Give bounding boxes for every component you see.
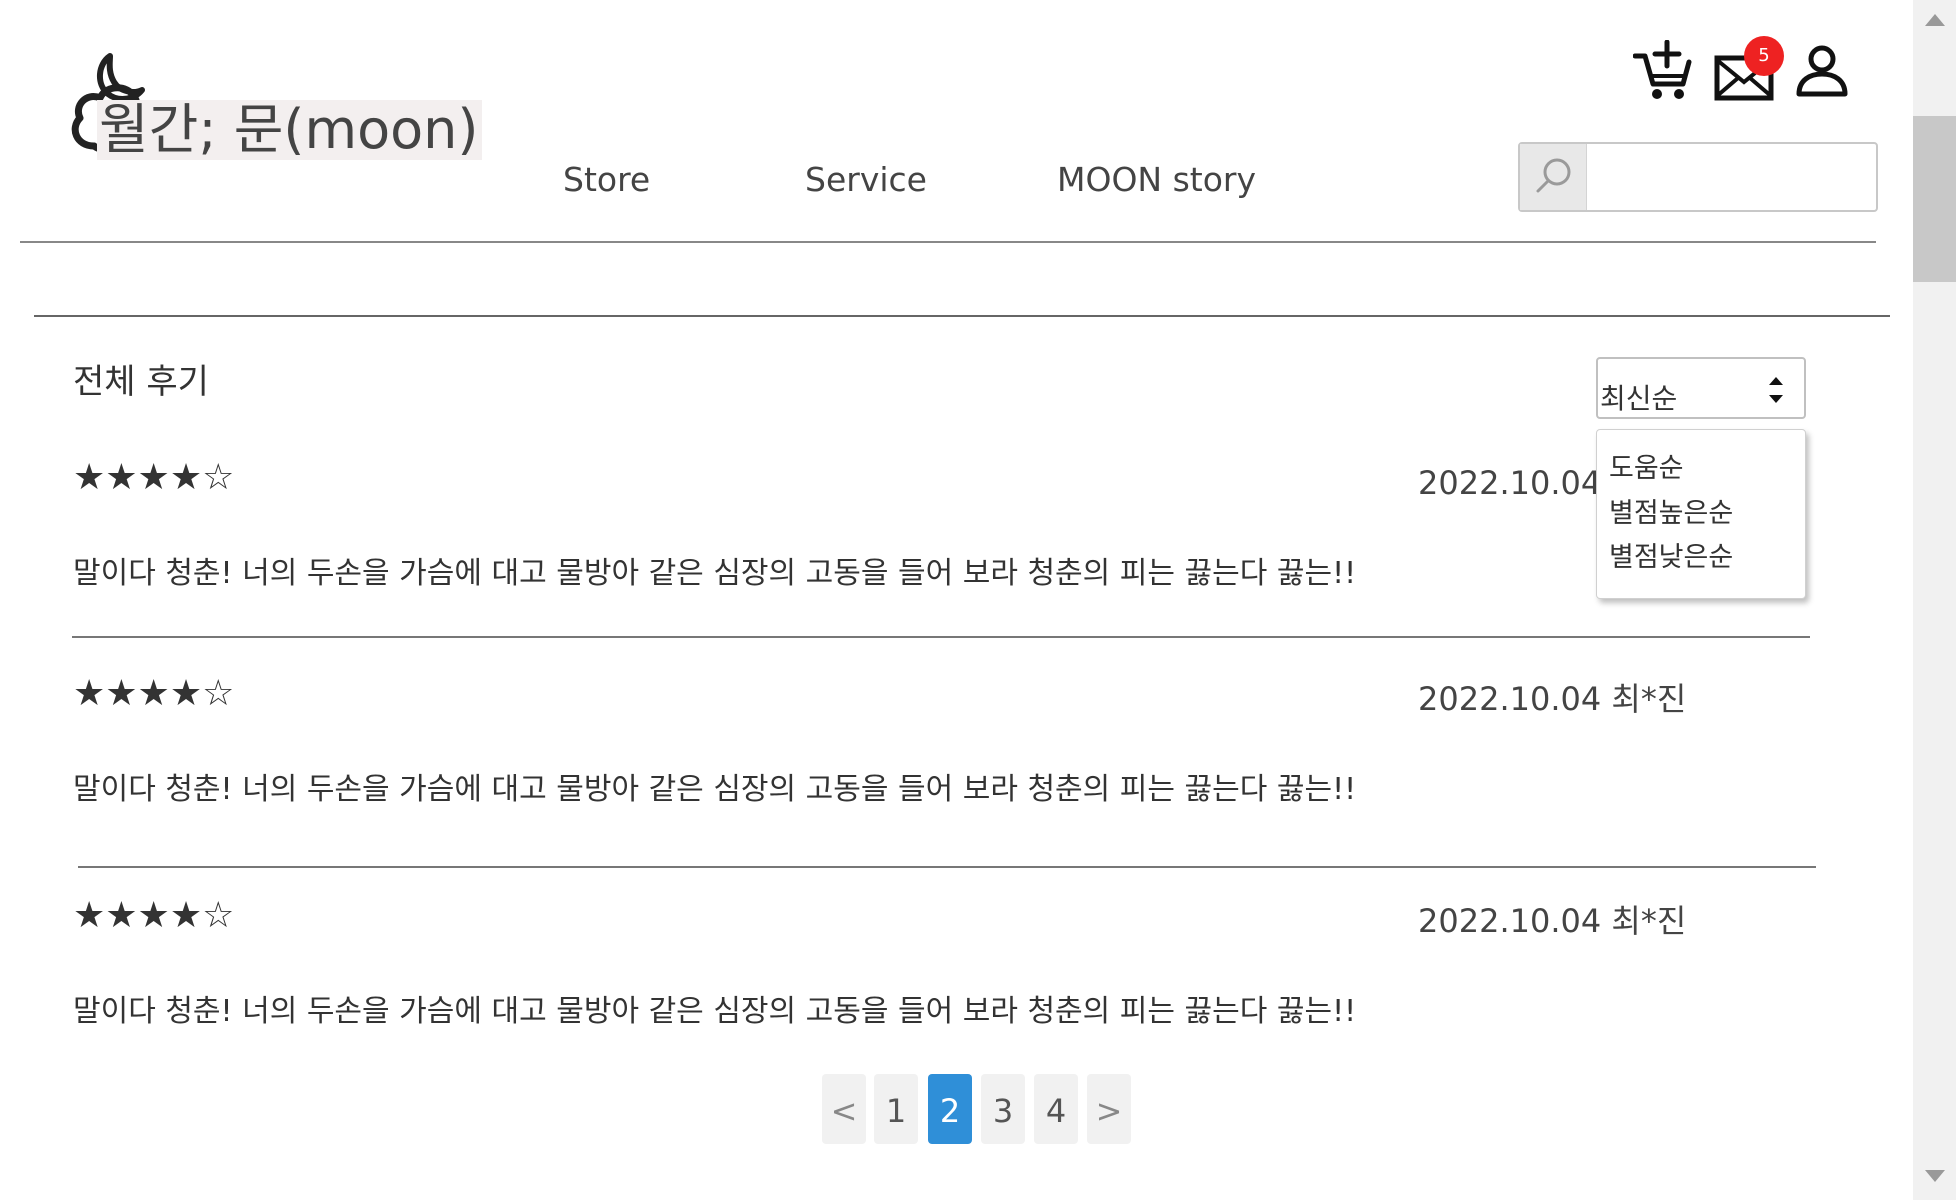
sort-option-rating-low[interactable]: 별점낮은순 [1609,535,1733,574]
nav-store[interactable]: Store [563,160,650,199]
review-date-author: 2022.10.04 최*진 [1418,680,1687,718]
review-rating-stars: ★★★★☆ [73,673,235,714]
scrollbar-thumb[interactable] [1913,116,1956,282]
header-divider [20,241,1876,243]
sort-dropdown-menu: 도움순 별점높은순 별점낮은순 [1596,429,1806,599]
sort-arrows-icon [1769,377,1783,403]
search-input[interactable] [1590,144,1870,210]
review-text: 말이다 청춘! 너의 두손을 가슴에 대고 물방아 같은 심장의 고동을 들어 … [73,556,1357,591]
review-divider [78,866,1816,868]
search-button[interactable] [1520,144,1587,210]
page-prev-button[interactable]: < [822,1074,866,1144]
section-divider [34,315,1890,317]
sort-option-helpful[interactable]: 도움순 [1609,446,1684,485]
logo[interactable]: 월간; 문(moon) [50,48,483,168]
sort-selected-value: 최신순 [1600,382,1678,415]
sort-option-rating-high[interactable]: 별점높은순 [1609,491,1733,530]
review-date-author: 2022.10.04 최*진 [1418,902,1687,940]
review-rating-stars: ★★★★☆ [73,895,235,936]
page-button-4[interactable]: 4 [1034,1074,1078,1144]
search-icon [1536,158,1571,193]
review-rating-stars: ★★★★☆ [73,457,235,498]
scroll-down-arrow-icon[interactable] [1925,1170,1945,1182]
review-text: 말이다 청춘! 너의 두손을 가슴에 대고 물방아 같은 심장의 고동을 들어 … [73,994,1357,1029]
sort-select[interactable]: 최신순 [1596,357,1806,419]
mail-count-badge: 5 [1744,36,1784,76]
vertical-scrollbar[interactable] [1913,0,1956,1200]
logo-text: 월간; 문(moon) [97,100,483,160]
page-button-1[interactable]: 1 [874,1074,918,1144]
review-divider [72,636,1810,638]
user-icon [1796,45,1848,97]
scroll-up-arrow-icon[interactable] [1925,14,1945,26]
page-next-button[interactable]: > [1087,1074,1131,1144]
section-title: 전체 후기 [73,362,209,402]
user-button[interactable] [1794,44,1850,100]
search-box [1518,142,1878,212]
nav-service[interactable]: Service [805,160,927,199]
page-button-2-current[interactable]: 2 [928,1074,972,1144]
page-button-3[interactable]: 3 [981,1074,1025,1144]
nav-moon-story[interactable]: MOON story [1057,160,1256,199]
add-to-cart-button[interactable] [1632,39,1695,102]
add-to-cart-icon [1632,39,1692,99]
review-text: 말이다 청춘! 너의 두손을 가슴에 대고 물방아 같은 심장의 고동을 들어 … [73,772,1357,807]
